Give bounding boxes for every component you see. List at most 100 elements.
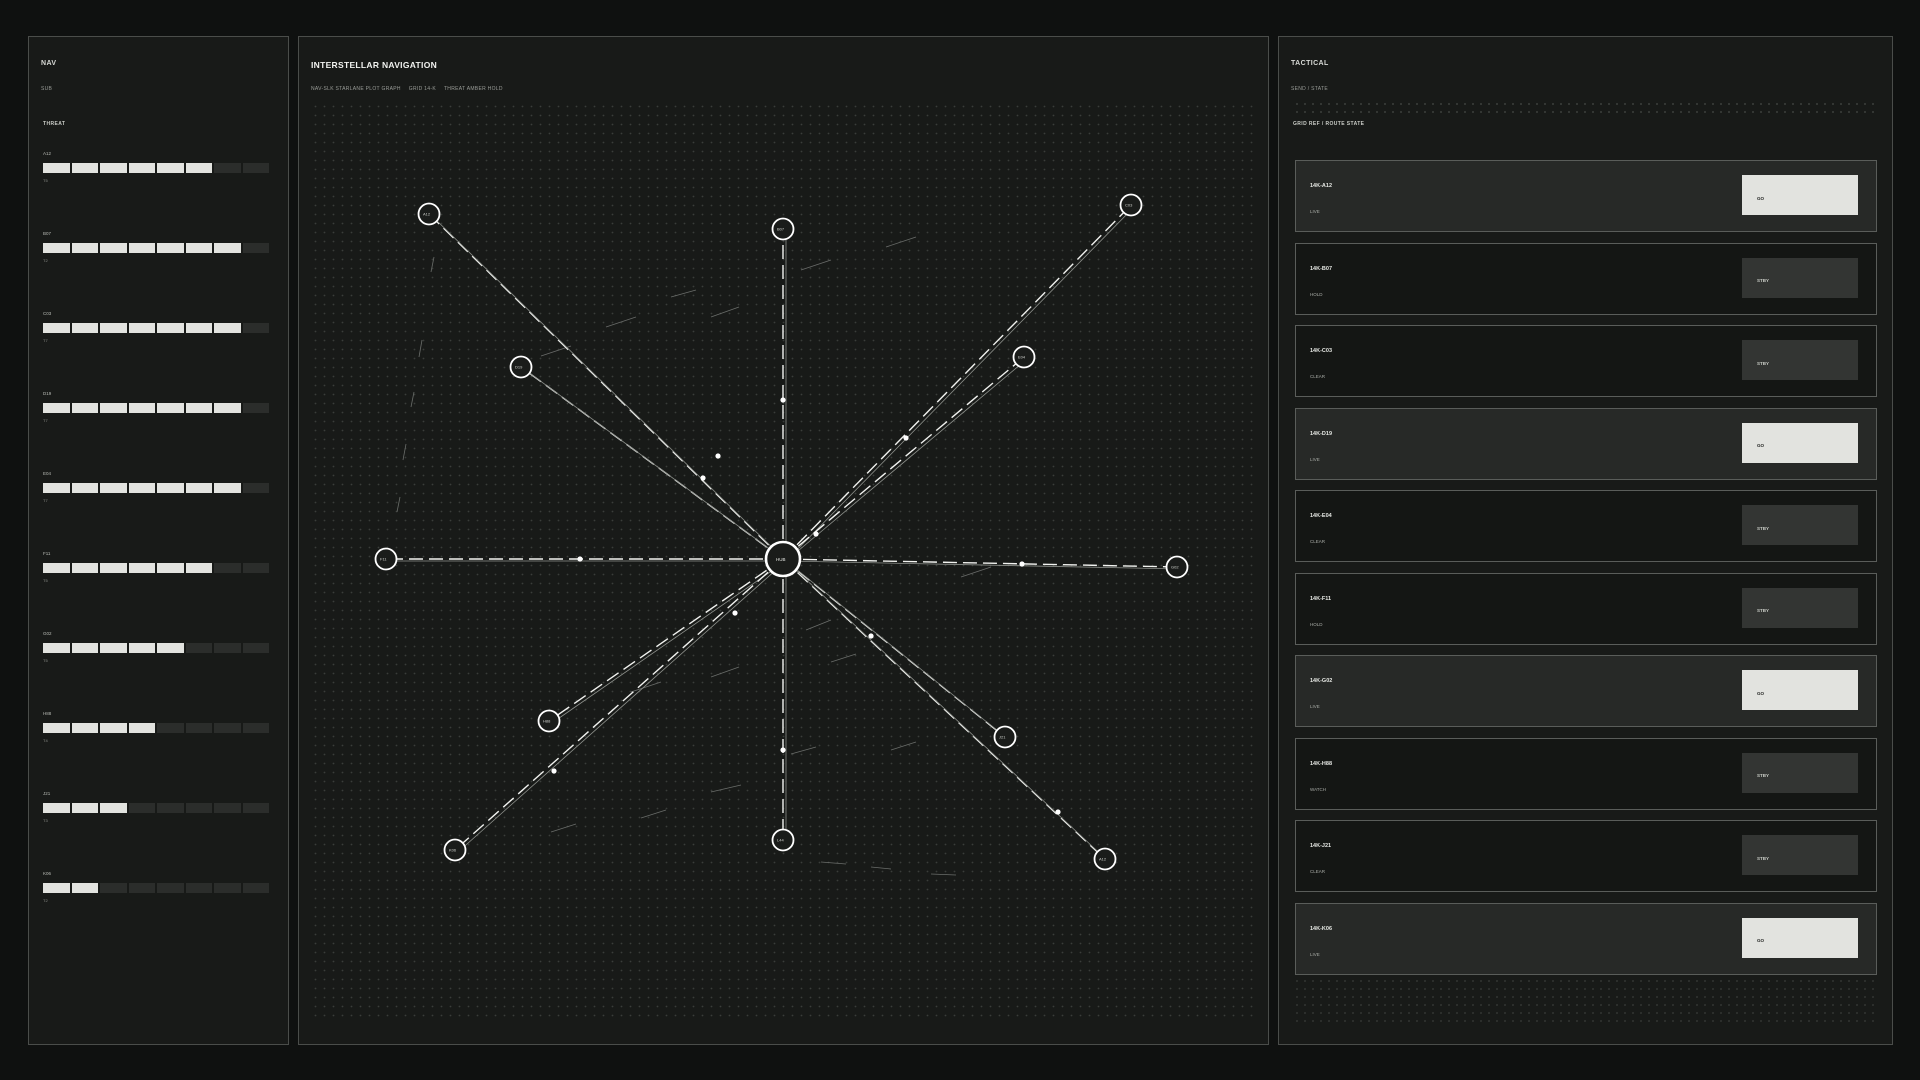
threat-segment <box>214 243 241 253</box>
route-id: 14K-B07 <box>1310 265 1333 272</box>
threat-row[interactable]: K06 T2 <box>43 871 271 951</box>
route-card[interactable]: 14K-B07 HOLD STBY <box>1295 242 1877 315</box>
threat-row[interactable]: A12 T5 <box>43 151 271 231</box>
route-id: 14K-G02 <box>1310 678 1333 684</box>
threat-value: T5 <box>43 578 48 583</box>
threat-segment <box>157 403 184 413</box>
threat-segment <box>100 163 127 173</box>
star-node[interactable]: H88 <box>537 709 561 733</box>
star-node-label: D19 <box>515 365 523 370</box>
threat-segment <box>128 723 155 733</box>
threat-segment <box>242 643 269 653</box>
star-node[interactable]: A12 <box>1093 847 1117 871</box>
tactical-title: TACTICAL <box>1291 60 1329 67</box>
map-panel: INTERSTELLAR NAVIGATION NAV-SLK STARLANE… <box>298 36 1269 1045</box>
threat-row[interactable]: J21 T3 <box>43 791 271 871</box>
threat-row[interactable]: D19 T7 <box>43 391 271 471</box>
threat-segment <box>128 323 155 333</box>
route-action-button[interactable]: STBY <box>1742 257 1858 298</box>
threat-segment <box>185 643 212 653</box>
route-card[interactable]: 14K-F11 HOLD STBY <box>1295 572 1877 645</box>
waypoint-marker <box>551 768 557 774</box>
route-card[interactable]: 14K-E04 CLEAR STBY <box>1295 490 1877 562</box>
star-node[interactable]: K06 <box>443 838 467 862</box>
threat-segment <box>43 563 70 573</box>
threat-segment <box>185 483 212 493</box>
route-action-button[interactable]: GO <box>1742 175 1858 215</box>
waypoint-marker <box>780 747 786 753</box>
threat-segment <box>71 243 98 253</box>
waypoint-marker <box>577 556 583 562</box>
route-action-button[interactable]: STBY <box>1742 587 1858 628</box>
route-card[interactable]: 14K-C03 CLEAR STBY <box>1295 325 1877 397</box>
threat-row[interactable]: B07 T2 <box>43 231 271 311</box>
route-action-button[interactable]: STBY <box>1742 340 1858 380</box>
tactical-dot-strip-top <box>1293 100 1877 118</box>
threat-segment <box>128 883 155 893</box>
route-id: 14K-F11 <box>1310 595 1332 602</box>
threat-segment <box>100 403 127 413</box>
star-node[interactable]: B07 <box>771 217 795 241</box>
threat-row[interactable]: G02 T5 <box>43 631 271 711</box>
threat-segment <box>71 323 98 333</box>
map-subtitle-grid: GRID 14-K <box>408 86 436 92</box>
star-node[interactable]: G02 <box>1165 555 1189 579</box>
threat-segment <box>157 323 184 333</box>
threat-section-label: THREAT <box>43 121 66 127</box>
threat-segment <box>128 163 155 173</box>
route-card[interactable]: 14K-K06 LIVE GO <box>1295 902 1877 975</box>
route-card[interactable]: 14K-D19 LIVE GO <box>1295 407 1877 480</box>
route-card[interactable]: 14K-H88 WATCH STBY <box>1295 737 1877 810</box>
threat-segment <box>100 483 127 493</box>
star-node[interactable]: A12 <box>417 202 441 226</box>
hub-label: HUB <box>776 557 786 562</box>
star-node[interactable]: C03 <box>1119 193 1143 217</box>
threat-segment <box>242 163 269 173</box>
star-node-label: J21 <box>999 735 1006 740</box>
threat-level-bar <box>43 723 269 733</box>
route-action-button[interactable]: STBY <box>1742 835 1858 875</box>
route-card[interactable]: 14K-G02 LIVE GO <box>1295 655 1877 727</box>
route-action-button[interactable]: GO <box>1742 422 1858 463</box>
tactical-subtitle: SEND / STATE <box>1291 86 1329 92</box>
threat-level-bar <box>43 243 269 253</box>
route-card[interactable]: 14K-A12 LIVE GO <box>1295 160 1877 232</box>
threat-segment <box>242 563 269 573</box>
threat-code: A12 <box>43 151 52 156</box>
threat-segment <box>185 883 212 893</box>
threat-row[interactable]: H88 T4 <box>43 711 271 791</box>
star-node-label: B07 <box>777 227 785 232</box>
threat-row[interactable]: C03 T7 <box>43 311 271 391</box>
route-id: 14K-J21 <box>1310 843 1332 849</box>
threat-segment <box>71 403 98 413</box>
threat-segment <box>242 723 269 733</box>
map-subtitle-threat: THREAT AMBER HOLD <box>443 86 503 92</box>
route-card[interactable]: 14K-J21 CLEAR STBY <box>1295 820 1877 892</box>
route-action-button[interactable]: STBY <box>1742 752 1858 793</box>
star-node-label: C03 <box>1125 203 1133 208</box>
route-action-button[interactable]: STBY <box>1742 505 1858 545</box>
route-action-button[interactable]: GO <box>1742 917 1858 958</box>
hub-node[interactable]: HUB <box>764 540 802 578</box>
threat-level-bar <box>43 563 269 573</box>
tactical-panel: TACTICAL SEND / STATE GRID REF / ROUTE S… <box>1278 36 1893 1045</box>
star-node[interactable]: D19 <box>509 355 533 379</box>
route-id: 14K-D19 <box>1310 430 1333 437</box>
threat-segment <box>71 163 98 173</box>
star-node[interactable]: F11 <box>374 547 398 571</box>
threat-segment <box>71 883 98 893</box>
threat-segment <box>100 563 127 573</box>
threat-segment <box>185 723 212 733</box>
waypoint-marker <box>780 397 786 403</box>
threat-row[interactable]: F11 T5 <box>43 551 271 631</box>
star-node[interactable]: L44 <box>771 828 795 852</box>
threat-row[interactable]: E04 T7 <box>43 471 271 551</box>
route-id: 14K-H88 <box>1310 760 1333 767</box>
threat-level-bar <box>43 483 269 493</box>
route-action-button[interactable]: GO <box>1742 670 1858 710</box>
star-node[interactable]: J21 <box>993 725 1017 749</box>
map-title: INTERSTELLAR NAVIGATION <box>311 60 438 70</box>
starlane-graph[interactable]: A12 B07 C03 D19 E04 F11 G02 H88 J21 K06 L44 A12 HUB <box>311 102 1257 1022</box>
nav-subtitle: SUB <box>41 86 53 92</box>
star-node[interactable]: E04 <box>1012 345 1036 369</box>
